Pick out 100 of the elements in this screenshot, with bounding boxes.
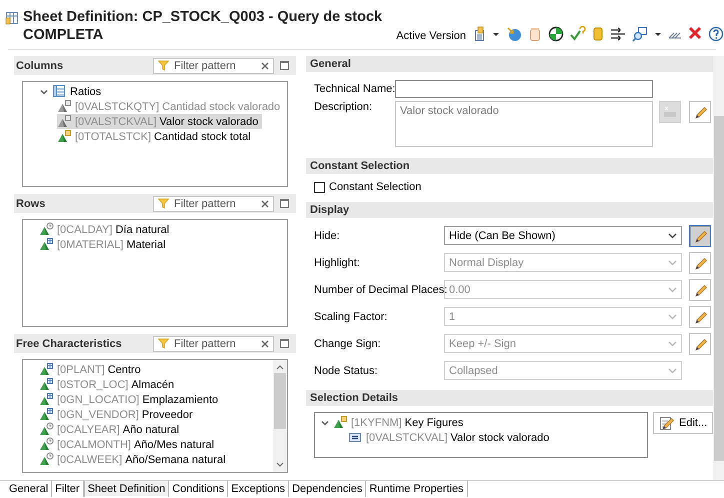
scroll-up-icon[interactable] <box>276 363 284 371</box>
document-icon[interactable] <box>474 26 486 42</box>
filter-icon <box>158 60 169 71</box>
chevron-down-icon <box>668 314 677 320</box>
clear-icon[interactable] <box>261 340 269 348</box>
scroll-thumb[interactable] <box>714 116 724 461</box>
characteristic-icon <box>39 407 54 422</box>
clear-icon[interactable] <box>261 200 269 208</box>
tab[interactable]: Sheet Definition <box>84 481 170 497</box>
scrollbar[interactable] <box>273 360 287 472</box>
field-label: Highlight: <box>314 256 361 268</box>
item-name: Cantidad stock valorado <box>162 100 280 112</box>
characteristic-icon <box>39 377 54 392</box>
item-name: Emplazamiento <box>142 394 218 406</box>
field-label: Technical Name: <box>314 83 395 95</box>
dropdown[interactable]: Hide (Can Be Shown) <box>444 226 682 245</box>
check-question-icon[interactable] <box>570 26 586 42</box>
tree-row[interactable]: [0PLANT] Centro <box>39 362 145 377</box>
tree-row[interactable]: [0VALSTCKVAL] Valor stock valorado <box>57 114 262 129</box>
section-header: Display <box>306 202 714 218</box>
tree-row[interactable]: [0TOTALSTCK] Cantidad stock total <box>57 129 255 144</box>
chevron-down-icon <box>668 260 677 266</box>
item-code: [0STOR_LOC] <box>57 378 128 390</box>
item-name: Almacén <box>131 378 174 390</box>
tree-row[interactable]: [0MATERIAL] Material <box>39 237 170 252</box>
tree-row[interactable]: [0CALDAY] Día natural <box>39 222 174 237</box>
maximize-icon[interactable] <box>279 338 290 349</box>
scrollbar[interactable] <box>713 56 724 480</box>
tree-row[interactable]: [0GN_LOCATIO] Emplazamiento <box>39 392 222 407</box>
edit-button[interactable]: Edit... <box>653 412 714 434</box>
field-label: Hide: <box>314 230 341 242</box>
panel-title: Rows <box>16 198 46 210</box>
translate-icon <box>663 106 677 118</box>
search-icon[interactable] <box>632 26 648 42</box>
item-code: [0VALSTCKQTY] <box>75 100 160 112</box>
item-code: [0MATERIAL] <box>57 238 124 250</box>
item-code: [0GN_LOCATIO] <box>57 394 140 406</box>
maximize-icon[interactable] <box>279 198 290 209</box>
item-name: Proveedor <box>142 408 193 420</box>
key-figure-icon <box>57 114 72 129</box>
time-characteristic-icon <box>39 437 54 452</box>
chevron-down-icon <box>668 286 677 292</box>
scroll-thumb[interactable] <box>274 373 286 429</box>
sheet-icon <box>5 11 19 25</box>
filter-icon <box>158 198 169 209</box>
item-name: Centro <box>108 364 141 376</box>
checkbox[interactable] <box>314 182 325 192</box>
version-label: Active Version <box>396 30 466 42</box>
item-code: [0TOTALSTCK] <box>75 130 152 142</box>
filter-field[interactable]: Filter pattern <box>153 336 274 352</box>
tree-row[interactable]: [0CALWEEK] Año/Semana natural <box>39 452 230 467</box>
checkbox-label: Constant Selection <box>329 181 422 193</box>
scroll-down-icon[interactable] <box>276 461 284 469</box>
time-characteristic-icon <box>39 452 54 467</box>
tree-row[interactable]: [0STOR_LOC] Almacén <box>39 377 178 392</box>
filter-icon <box>158 338 169 349</box>
pie-chart-icon[interactable] <box>548 26 564 42</box>
tree-row[interactable]: [0CALMONTH] Año/Mes natural <box>39 437 218 452</box>
help-icon[interactable] <box>708 26 724 42</box>
item-code: [0VALSTCKVAL] <box>366 432 448 444</box>
field-label: Scaling Factor: <box>314 310 388 322</box>
edit-button[interactable] <box>689 101 711 123</box>
time-characteristic-icon <box>39 422 54 437</box>
lines-icon[interactable] <box>610 26 626 42</box>
tree-row[interactable]: [0VALSTCKVAL] Valor stock valorado <box>348 430 554 445</box>
characteristic-icon <box>39 362 54 377</box>
technical-name-field[interactable] <box>395 80 653 98</box>
tree-row[interactable]: [1KYFNM] Key Figures <box>320 415 468 430</box>
window-title: Sheet Definition: CP_STOCK_Q003 - Query de stock COMPLETA <box>23 8 383 45</box>
chevron-down-icon <box>668 340 677 346</box>
description-field: Valor stock valorado <box>395 101 653 147</box>
filter-placeholder: Filter pattern <box>174 60 237 72</box>
item-code: [0CALYEAR] <box>57 424 120 436</box>
chevron-down-icon <box>668 368 677 374</box>
item-name: Valor stock valorado <box>450 432 550 444</box>
tree-row[interactable]: [0CALYEAR] Año natural <box>39 422 184 437</box>
panel-title: Free Characteristics <box>16 338 123 350</box>
sphere-icon[interactable] <box>506 26 522 42</box>
item-code: [0CALMONTH] <box>57 438 131 450</box>
delete-icon[interactable] <box>688 26 702 42</box>
section-header: Selection Details <box>306 390 714 406</box>
characteristic-icon <box>39 392 54 407</box>
dropdown: Normal Display <box>444 253 682 272</box>
item-name: Ratios <box>70 86 102 98</box>
item-code: [1KYFNM] <box>351 416 402 428</box>
filter-field[interactable]: Filter pattern <box>153 196 274 212</box>
tree-row[interactable]: [0GN_VENDOR] Proveedor <box>39 407 197 422</box>
dropdown: 1 <box>444 307 682 326</box>
item-name: Cantidad stock total <box>154 130 251 142</box>
item-code: [0CALWEEK] <box>57 454 122 466</box>
cylinder-icon[interactable] <box>592 26 604 42</box>
tree-row[interactable]: Ratios <box>39 84 106 99</box>
edit-icon <box>659 415 675 431</box>
edit-button[interactable] <box>689 224 711 246</box>
maximize-icon[interactable] <box>279 60 290 71</box>
clear-icon[interactable] <box>261 62 269 70</box>
filter-placeholder: Filter pattern <box>174 198 237 210</box>
filter-field[interactable]: Filter pattern <box>153 58 274 74</box>
key-figure-icon <box>333 415 348 430</box>
field-label: Number of Decimal Places: <box>314 284 444 296</box>
